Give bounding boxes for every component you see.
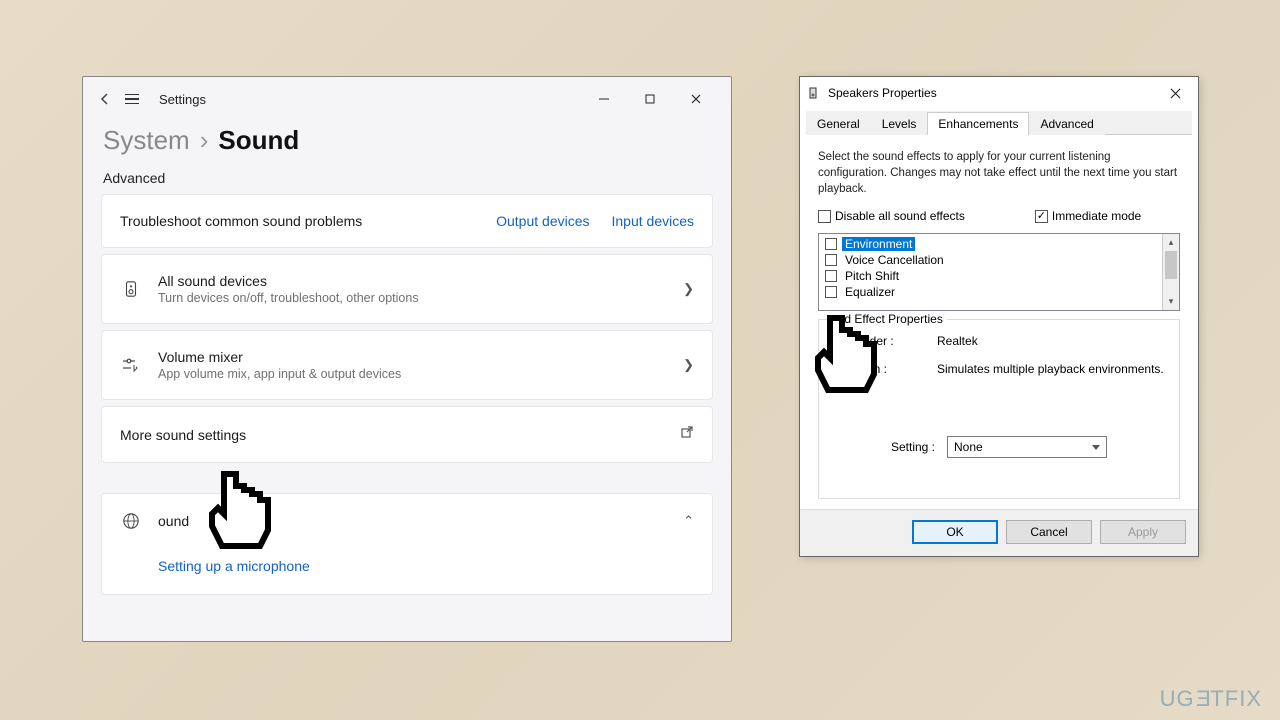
dialog-title: Speakers Properties	[828, 86, 937, 100]
all-devices-title: All sound devices	[158, 273, 683, 289]
cards-container: Troubleshoot common sound problems Outpu…	[83, 194, 731, 595]
list-item[interactable]: Equalizer	[819, 284, 1179, 300]
tab-content: Select the sound effects to apply for yo…	[800, 135, 1198, 509]
tabstrip: General Levels Enhancements Advanced	[806, 111, 1192, 135]
breadcrumb: System › Sound	[83, 121, 731, 160]
apply-button: Apply	[1100, 520, 1186, 544]
description-label: tion :	[861, 362, 937, 376]
checkbox-icon	[825, 270, 837, 282]
mixer-sub: App volume mix, app input & output devic…	[158, 367, 683, 381]
effects-listbox[interactable]: Environment Voice Cancellation Pitch Shi…	[818, 233, 1180, 311]
titlebar: Settings	[83, 77, 731, 121]
checkbox-icon	[825, 238, 837, 250]
provider-value: Realtek	[937, 334, 978, 348]
settings-window: Settings System › Sound Advanced Trouble…	[82, 76, 732, 642]
tab-enhancements[interactable]: Enhancements	[927, 112, 1029, 135]
section-label: Advanced	[83, 160, 731, 194]
props-box-title: und Effect Properties	[827, 312, 947, 326]
all-devices-sub: Turn devices on/off, troubleshoot, other…	[158, 291, 683, 305]
watermark: UGETFIX	[1160, 686, 1262, 712]
immediate-mode-checkbox[interactable]: Immediate mode	[1035, 209, 1141, 223]
dialog-button-row: OK Cancel Apply	[800, 509, 1198, 556]
breadcrumb-separator: ›	[200, 125, 209, 156]
chevron-right-icon: ❯	[683, 357, 694, 373]
maximize-button[interactable]	[627, 83, 673, 115]
setting-combo[interactable]: None	[947, 436, 1107, 458]
mixer-icon	[120, 354, 142, 376]
tab-levels[interactable]: Levels	[871, 112, 928, 135]
minimize-button[interactable]	[581, 83, 627, 115]
setting-label: Setting :	[891, 440, 935, 454]
effect-label: Environment	[842, 237, 915, 251]
disable-all-checkbox[interactable]: Disable all sound effects	[818, 209, 965, 223]
speaker-dialog-icon	[808, 86, 822, 100]
tab-general[interactable]: General	[806, 112, 871, 135]
tab-advanced[interactable]: Advanced	[1029, 112, 1104, 135]
checkbox-icon	[825, 286, 837, 298]
dialog-titlebar: Speakers Properties	[800, 77, 1198, 109]
globe-icon	[120, 510, 142, 532]
effect-label: Equalizer	[842, 285, 898, 299]
volume-mixer-card[interactable]: Volume mixer App volume mix, app input &…	[101, 330, 713, 400]
effect-label: Voice Cancellation	[842, 253, 947, 267]
all-devices-card[interactable]: All sound devices Turn devices on/off, t…	[101, 254, 713, 324]
provider-label: vider :	[861, 334, 937, 348]
mixer-title: Volume mixer	[158, 349, 683, 365]
dialog-close-button[interactable]	[1160, 83, 1190, 103]
more-sound-settings-card[interactable]: More sound settings	[101, 406, 713, 463]
checkbox-icon	[1035, 210, 1048, 223]
help-card: ound ⌃ Setting up a microphone	[101, 493, 713, 595]
window-title: Settings	[159, 92, 206, 107]
output-devices-link[interactable]: Output devices	[496, 213, 589, 229]
checkbox-icon	[818, 210, 831, 223]
cancel-button[interactable]: Cancel	[1006, 520, 1092, 544]
effect-properties-box: und Effect Properties vider : Realtek ti…	[818, 319, 1180, 499]
effect-label: Pitch Shift	[842, 269, 902, 283]
breadcrumb-current: Sound	[218, 125, 299, 156]
scroll-down-button[interactable]: ▾	[1163, 293, 1179, 310]
speakers-properties-dialog: Speakers Properties General Levels Enhan…	[799, 76, 1199, 557]
close-button[interactable]	[673, 83, 719, 115]
disable-all-label: Disable all sound effects	[835, 209, 965, 223]
window-controls	[581, 83, 719, 115]
scroll-thumb[interactable]	[1165, 251, 1177, 279]
setting-value: None	[954, 440, 983, 454]
list-item[interactable]: Voice Cancellation	[819, 252, 1179, 268]
help-header[interactable]: ound ⌃	[102, 494, 712, 548]
troubleshoot-title: Troubleshoot common sound problems	[120, 213, 496, 229]
input-devices-link[interactable]: Input devices	[612, 213, 695, 229]
description-value: Simulates multiple playback environments…	[937, 362, 1164, 376]
immediate-label: Immediate mode	[1052, 209, 1141, 223]
scrollbar[interactable]: ▴ ▾	[1162, 234, 1179, 310]
instruction-text: Select the sound effects to apply for yo…	[818, 149, 1180, 197]
speaker-icon	[120, 278, 142, 300]
help-title: ound	[158, 513, 683, 529]
help-link[interactable]: Setting up a microphone	[158, 558, 310, 574]
more-title: More sound settings	[120, 427, 680, 443]
list-item[interactable]: Environment	[819, 236, 1179, 252]
checkbox-icon	[825, 254, 837, 266]
troubleshoot-card: Troubleshoot common sound problems Outpu…	[101, 194, 713, 248]
menu-icon[interactable]	[125, 89, 145, 109]
scroll-up-button[interactable]: ▴	[1163, 234, 1179, 251]
breadcrumb-parent[interactable]: System	[103, 125, 190, 156]
ok-button[interactable]: OK	[912, 520, 998, 544]
chevron-right-icon: ❯	[683, 281, 694, 297]
chevron-up-icon: ⌃	[683, 513, 694, 529]
back-button[interactable]	[95, 89, 115, 109]
external-link-icon	[680, 425, 694, 444]
list-item[interactable]: Pitch Shift	[819, 268, 1179, 284]
